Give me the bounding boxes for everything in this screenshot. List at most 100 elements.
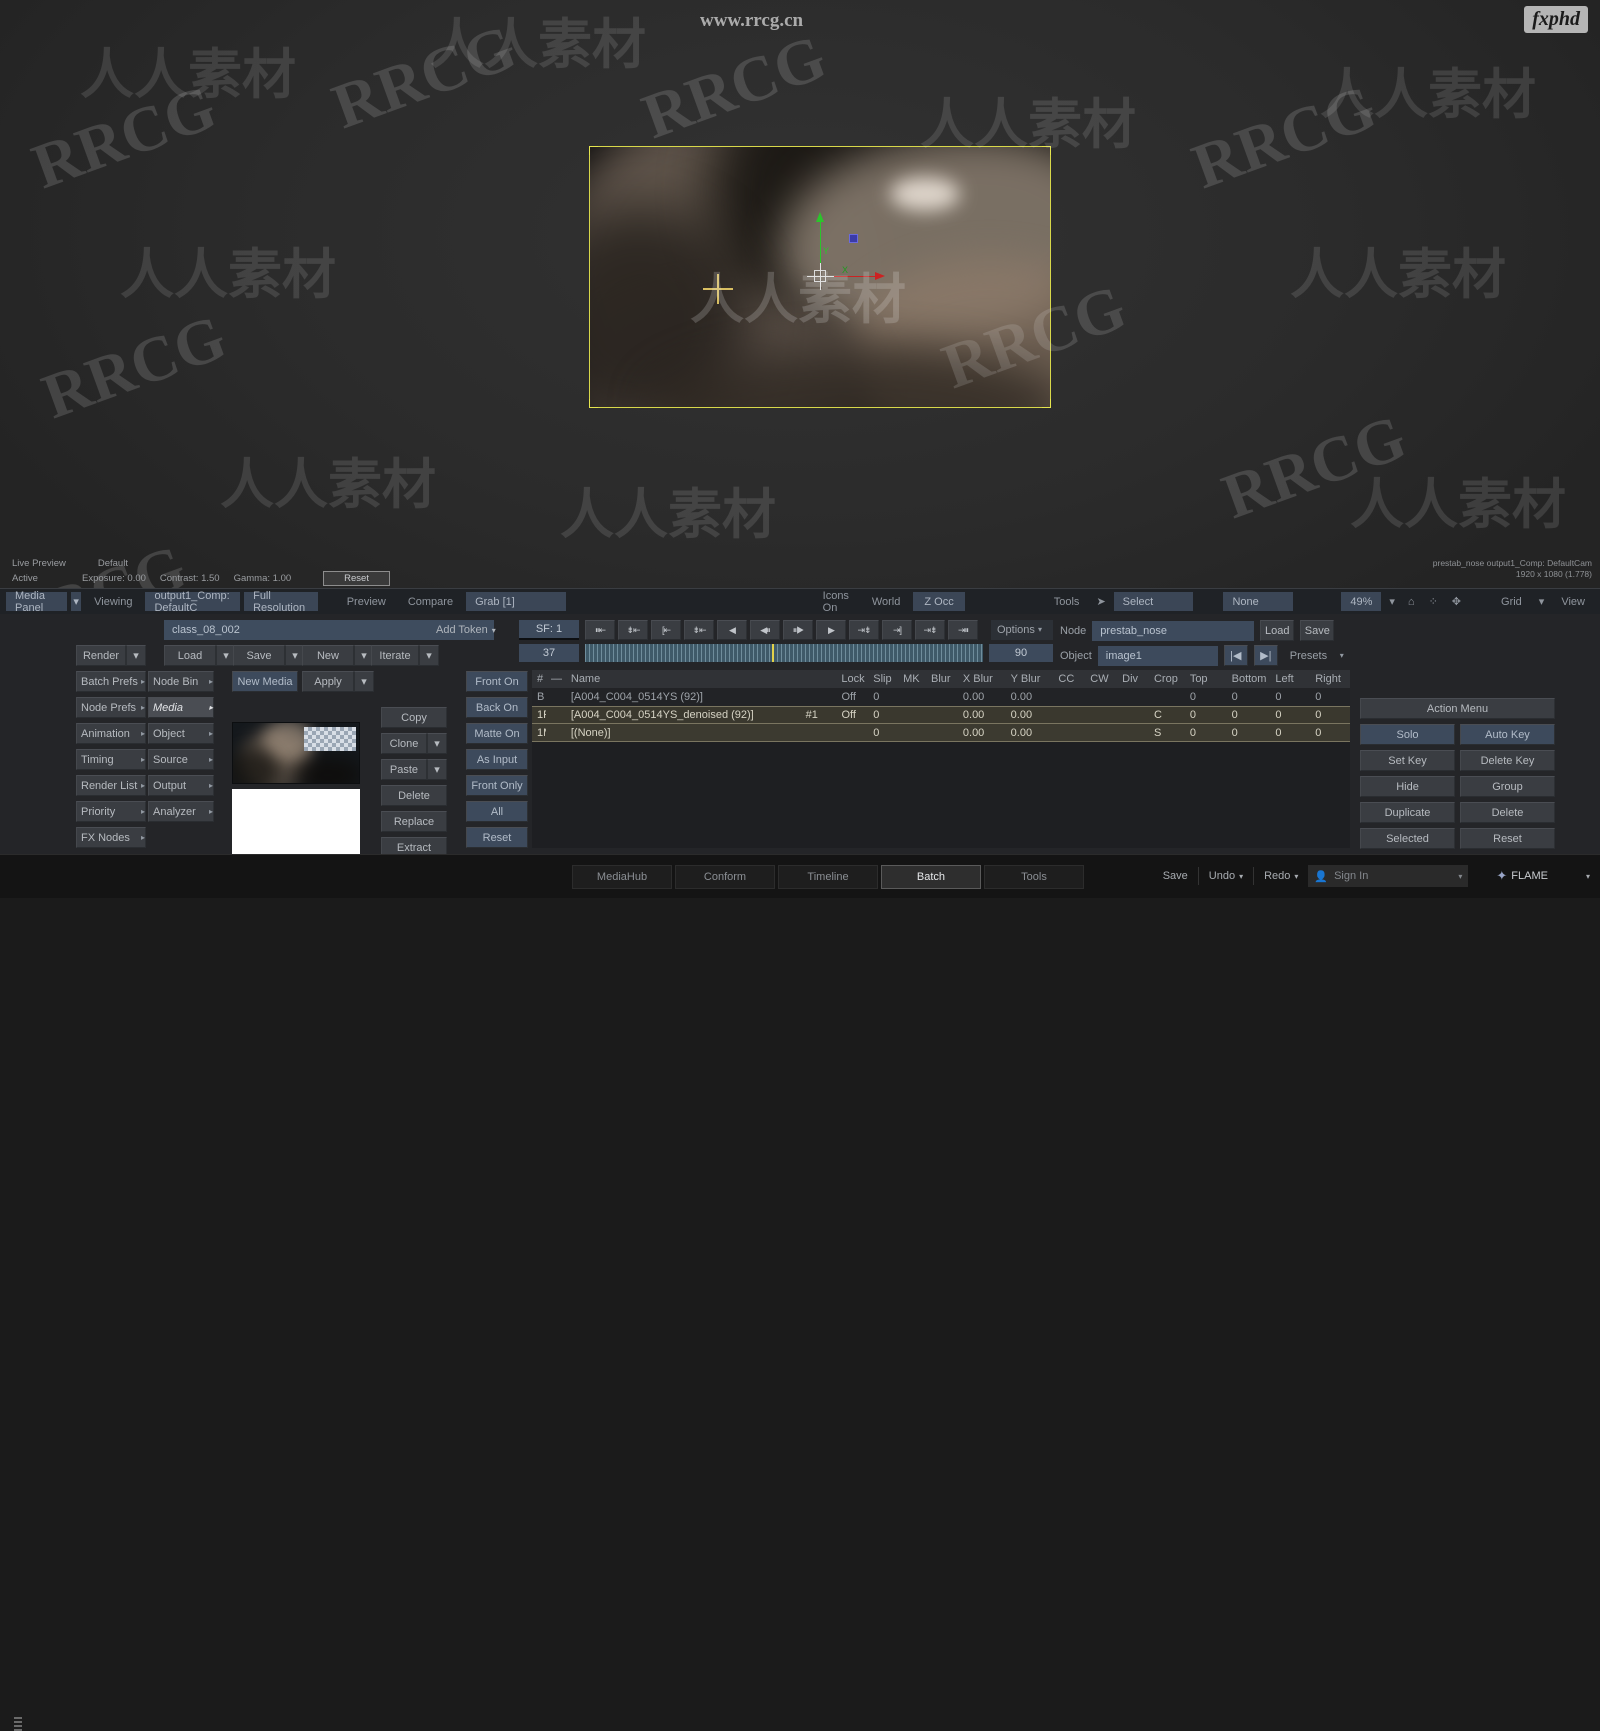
replace-button[interactable]: Replace: [381, 811, 447, 832]
cell-cw[interactable]: [1085, 688, 1117, 706]
set-key-button[interactable]: Set Key: [1360, 750, 1455, 771]
cell-blur[interactable]: [926, 688, 958, 706]
cell-top[interactable]: 0: [1185, 688, 1227, 706]
tab-conform[interactable]: Conform: [675, 865, 775, 889]
previous-keyframe-icon[interactable]: ⇟⇤: [618, 620, 648, 640]
go-to-end-icon[interactable]: ⇥⏸: [948, 620, 978, 640]
sidebar-item-object[interactable]: Object ▸: [148, 723, 214, 744]
timeline-end-frame[interactable]: 90: [989, 644, 1053, 662]
cell-right[interactable]: 0: [1310, 688, 1350, 706]
render-menu[interactable]: Render ▾: [76, 645, 146, 666]
delete-key-button[interactable]: Delete Key: [1460, 750, 1555, 771]
cell-crop[interactable]: S: [1149, 724, 1185, 742]
tab-batch[interactable]: Batch: [881, 865, 981, 889]
add-token-button[interactable]: Add Token ▾: [430, 620, 502, 640]
timeline-playhead[interactable]: [772, 644, 774, 662]
transport-options-button[interactable]: Options: [991, 620, 1053, 640]
zoom-level-value[interactable]: 49%: [1341, 592, 1382, 611]
table-row[interactable]: 1F [A004_C004_0514YS_denoised (92)] #1 O…: [532, 706, 1350, 724]
chevron-down-icon[interactable]: ▾: [354, 671, 374, 692]
sidebar-item-fx-nodes[interactable]: FX Nodes ▸: [76, 827, 146, 848]
sidebar-item-node-bin[interactable]: Node Bin ▸: [148, 671, 214, 692]
product-menu[interactable]: ✦ FLAME ▾: [1496, 868, 1590, 884]
duplicate-button[interactable]: Duplicate: [1360, 802, 1455, 823]
grid-button[interactable]: Grid: [1492, 592, 1531, 611]
sidebar-item-output[interactable]: Output ▸: [148, 775, 214, 796]
media-table[interactable]: # — Name Lock Slip MK Blur X Blur Y Blur…: [532, 670, 1350, 848]
chevron-down-icon[interactable]: ▾: [1385, 592, 1399, 611]
go-to-out-point-icon[interactable]: ⇥]: [882, 620, 912, 640]
play-icon[interactable]: ▶: [816, 620, 846, 640]
cell-slip[interactable]: 0: [868, 706, 898, 724]
step-back-icon[interactable]: ◀⏸: [750, 620, 780, 640]
save-menu[interactable]: Save ▾: [233, 645, 305, 666]
cell-cc[interactable]: [1053, 688, 1085, 706]
redo-menu[interactable]: Redo ▾: [1264, 870, 1298, 882]
fit-icon[interactable]: ⁘: [1424, 592, 1443, 611]
cell-x-blur[interactable]: 0.00: [958, 688, 1006, 706]
cell-x-blur[interactable]: 0.00: [958, 706, 1006, 724]
chevron-down-icon[interactable]: ▾: [1038, 625, 1042, 634]
contrast-value[interactable]: Contrast: 1.50: [160, 573, 220, 584]
cell-bottom[interactable]: 0: [1227, 706, 1271, 724]
cell-left[interactable]: 0: [1270, 724, 1310, 742]
cell-mk[interactable]: [898, 688, 926, 706]
chevron-down-icon[interactable]: ▾: [1294, 872, 1298, 881]
load-menu[interactable]: Load ▾: [164, 645, 236, 666]
new-menu[interactable]: New ▾: [302, 645, 374, 666]
cell-slip[interactable]: 0: [868, 724, 898, 742]
node-load-button[interactable]: Load: [1260, 620, 1295, 641]
cell-left[interactable]: 0: [1270, 688, 1310, 706]
cell-div[interactable]: [1117, 706, 1149, 724]
sidebar-item-timing[interactable]: Timing ▸: [76, 749, 146, 770]
cell-lock[interactable]: [836, 724, 868, 742]
axis-y-arrow-icon[interactable]: [816, 212, 824, 222]
front-on-button[interactable]: Front On: [466, 671, 528, 692]
all-button[interactable]: All: [466, 801, 528, 822]
sidebar-item-source[interactable]: Source ▸: [148, 749, 214, 770]
gamma-value[interactable]: Gamma: 1.00: [234, 573, 292, 584]
next-object-icon[interactable]: ▶|: [1253, 645, 1278, 666]
cell-y-blur[interactable]: 0.00: [1006, 724, 1054, 742]
solo-button[interactable]: Solo: [1360, 724, 1455, 745]
cell-lock[interactable]: Off: [836, 688, 868, 706]
auto-key-button[interactable]: Auto Key: [1460, 724, 1555, 745]
node-save-button[interactable]: Save: [1300, 620, 1335, 641]
tab-timeline[interactable]: Timeline: [778, 865, 878, 889]
cell-blur[interactable]: [926, 706, 958, 724]
next-keyframe-icon[interactable]: ⇥⇟: [915, 620, 945, 640]
chevron-down-icon[interactable]: ▾: [492, 626, 496, 635]
matte-on-button[interactable]: Matte On: [466, 723, 528, 744]
cell-y-blur[interactable]: 0.00: [1006, 706, 1054, 724]
cell-cw[interactable]: [1085, 724, 1117, 742]
center-of-interest-icon[interactable]: [703, 274, 733, 304]
undo-menu[interactable]: Undo ▾: [1209, 870, 1243, 882]
media-thumbnail-clip[interactable]: [232, 722, 360, 784]
compare-button[interactable]: Compare: [399, 592, 462, 611]
preview-button[interactable]: Preview: [338, 592, 395, 611]
go-to-in-point-icon[interactable]: [⇤: [651, 620, 681, 640]
cell-div[interactable]: [1117, 688, 1149, 706]
cell-cc[interactable]: [1053, 724, 1085, 742]
view-button[interactable]: View: [1552, 592, 1594, 611]
go-to-start-icon[interactable]: ⏸⇤: [585, 620, 615, 640]
chevron-down-icon[interactable]: ▾: [419, 645, 439, 666]
selected-button[interactable]: Selected: [1360, 828, 1455, 849]
sidebar-item-priority[interactable]: Priority ▸: [76, 801, 146, 822]
home-icon[interactable]: ⌂: [1403, 592, 1420, 611]
front-only-button[interactable]: Front Only: [466, 775, 528, 796]
chevron-down-icon[interactable]: ▾: [1586, 872, 1590, 881]
cell-crop[interactable]: C: [1149, 706, 1185, 724]
next-marker-icon[interactable]: ⇥⇟: [849, 620, 879, 640]
action-menu-button[interactable]: Action Menu: [1360, 698, 1555, 719]
presets-label[interactable]: Presets: [1284, 645, 1334, 666]
blue-handle-icon[interactable]: [849, 234, 858, 243]
cell-y-blur[interactable]: 0.00: [1006, 688, 1054, 706]
sidebar-item-batch-prefs[interactable]: Batch Prefs ▸: [76, 671, 146, 692]
paste-menu[interactable]: Paste ▾: [381, 759, 447, 780]
icons-on-toggle[interactable]: Icons On: [814, 590, 859, 614]
media-panel-menu[interactable]: Media Panel: [6, 590, 68, 614]
object-name-field[interactable]: image1: [1097, 645, 1218, 666]
table-row[interactable]: 1M [(None)] 0 0.00 0.00 S 0 0 0 0: [532, 724, 1350, 742]
chevron-down-icon[interactable]: ▾: [1535, 592, 1549, 611]
